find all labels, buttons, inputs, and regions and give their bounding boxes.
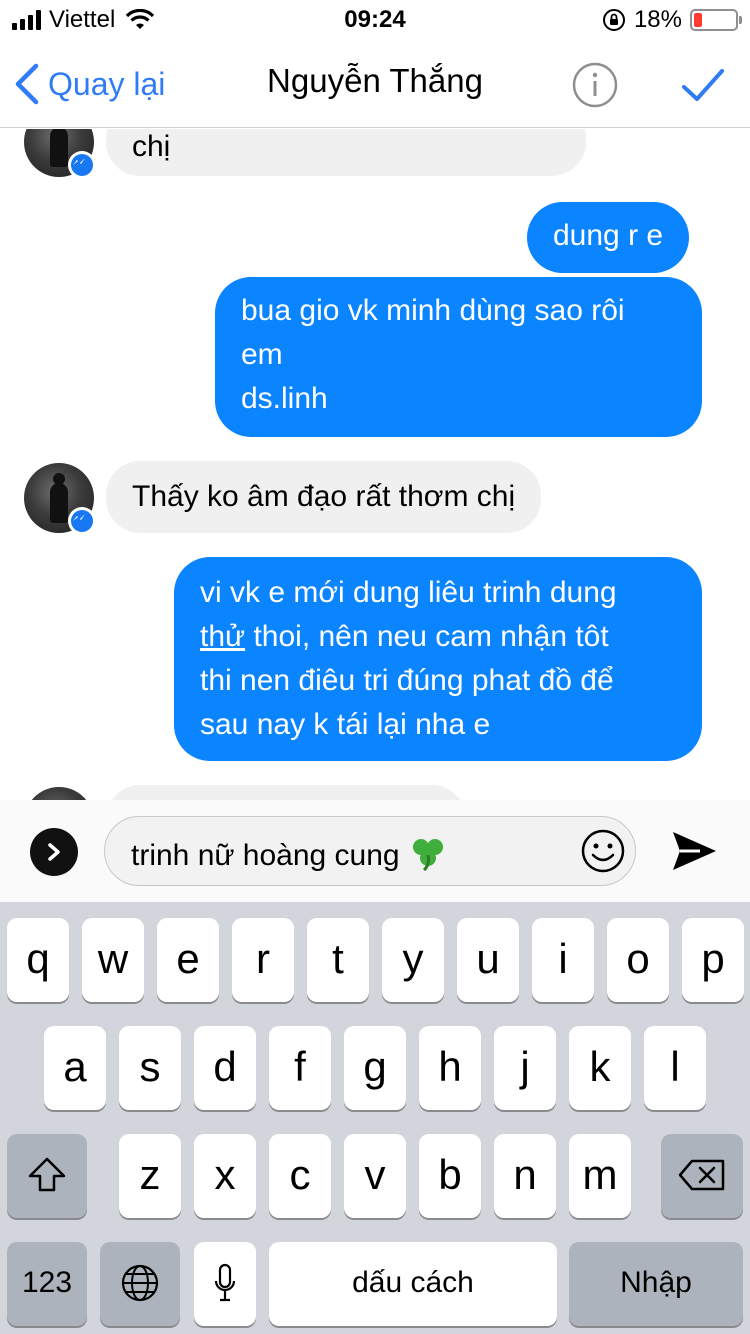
incoming-message[interactable]: chị — [106, 129, 586, 176]
message-input-value: trinh nữ hoàng cung — [131, 839, 400, 872]
message-text: dung r e — [553, 219, 664, 252]
message-line-rest: thoi, nên neu cam nhận tôt — [245, 620, 609, 653]
emoji-icon[interactable] — [581, 829, 625, 873]
status-bar: Viettel 09:24 18% — [0, 0, 750, 40]
message-text: Thấy ko âm đạo rất thơm chị — [132, 480, 516, 513]
messenger-badge-icon — [68, 507, 96, 535]
return-key[interactable]: Nhập — [569, 1242, 743, 1326]
shift-icon — [28, 1157, 66, 1192]
nav-bar: Quay lại Nguyễn Thắng — [0, 40, 750, 128]
composer-bar: trinh nữ hoàng cung — [0, 800, 750, 902]
key-x[interactable]: x — [194, 1134, 256, 1218]
expand-icon — [48, 843, 60, 861]
key-y[interactable]: y — [382, 918, 444, 1002]
key-h[interactable]: h — [419, 1026, 481, 1110]
keyboard: q w e r t y u i o p a s d f g h j k l z … — [0, 902, 750, 1334]
outgoing-message[interactable]: bua gio vk minh dùng sao rôi em ds.linh — [215, 277, 702, 437]
back-button[interactable]: Quay lại — [14, 60, 165, 108]
back-label: Quay lại — [48, 65, 166, 102]
message-list[interactable]: chị dung r e bua gio vk minh dùng sao rô… — [0, 129, 750, 800]
key-m[interactable]: m — [569, 1134, 631, 1218]
messenger-badge-icon — [68, 151, 96, 179]
key-w[interactable]: w — [82, 918, 144, 1002]
message-line: vi vk e mới dung liêu trinh dung — [200, 576, 617, 609]
key-g[interactable]: g — [344, 1026, 406, 1110]
numbers-key[interactable]: 123 — [7, 1242, 87, 1326]
microphone-icon — [214, 1263, 236, 1302]
shift-key[interactable] — [7, 1134, 87, 1218]
key-k[interactable]: k — [569, 1026, 631, 1110]
message-line: thi nen điêu tri đúng phat đồ để — [200, 664, 614, 697]
key-b[interactable]: b — [419, 1134, 481, 1218]
key-l[interactable]: l — [644, 1026, 706, 1110]
shamrock-icon — [412, 839, 443, 871]
outgoing-message[interactable]: dung r e — [527, 202, 690, 273]
message-input-text: trinh nữ hoàng cung — [131, 835, 448, 873]
key-z[interactable]: z — [119, 1134, 181, 1218]
globe-key[interactable] — [100, 1242, 180, 1326]
avatar[interactable] — [24, 787, 94, 800]
message-line: thử thoi, nên neu cam nhận tôt — [200, 615, 676, 659]
underlined-word: thử — [200, 620, 246, 653]
battery-icon — [690, 9, 742, 31]
checkmark-icon[interactable] — [680, 62, 726, 108]
chevron-left-icon — [15, 63, 39, 105]
status-right: 18% — [602, 6, 742, 34]
rotation-lock-icon — [602, 9, 625, 31]
key-i[interactable]: i — [532, 918, 594, 1002]
info-icon[interactable] — [572, 62, 618, 108]
key-s[interactable]: s — [119, 1026, 181, 1110]
backspace-icon — [678, 1159, 725, 1191]
key-j[interactable]: j — [494, 1026, 556, 1110]
key-v[interactable]: v — [344, 1134, 406, 1218]
message-line: sau nay k tái lại nha e — [200, 708, 491, 741]
incoming-message[interactable]: Thấy ko âm đạo rất thơm chị — [106, 461, 542, 533]
key-e[interactable]: e — [157, 918, 219, 1002]
battery-percent: 18% — [633, 6, 682, 33]
key-p[interactable]: p — [682, 918, 744, 1002]
space-key[interactable]: dấu cách — [269, 1242, 557, 1326]
key-f[interactable]: f — [269, 1026, 331, 1110]
message-text: chị — [132, 130, 171, 163]
message-line: em — [241, 338, 283, 371]
conversation-title: Nguyễn Thắng — [267, 62, 483, 99]
key-r[interactable]: r — [232, 918, 294, 1002]
message-input[interactable]: trinh nữ hoàng cung — [104, 816, 636, 886]
key-q[interactable]: q — [7, 918, 69, 1002]
incoming-message[interactable] — [106, 785, 466, 800]
key-d[interactable]: d — [194, 1026, 256, 1110]
key-u[interactable]: u — [457, 918, 519, 1002]
message-line: ds.linh — [241, 382, 328, 415]
send-icon[interactable] — [670, 828, 718, 874]
globe-icon — [121, 1264, 159, 1302]
key-t[interactable]: t — [307, 918, 369, 1002]
microphone-key[interactable] — [194, 1242, 256, 1326]
message-line: bua gio vk minh dùng sao rôi — [241, 294, 625, 327]
outgoing-message[interactable]: vi vk e mới dung liêu trinh dung thử tho… — [174, 557, 702, 761]
key-c[interactable]: c — [269, 1134, 331, 1218]
key-o[interactable]: o — [607, 918, 669, 1002]
key-a[interactable]: a — [44, 1026, 106, 1110]
expand-button[interactable] — [30, 828, 78, 876]
backspace-key[interactable] — [661, 1134, 743, 1218]
key-n[interactable]: n — [494, 1134, 556, 1218]
